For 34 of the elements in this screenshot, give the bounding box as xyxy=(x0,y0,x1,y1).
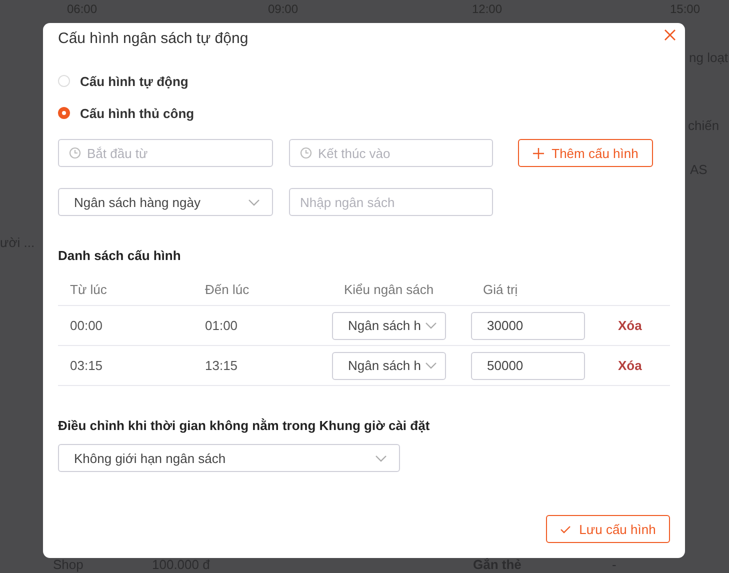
chevron-down-icon xyxy=(248,198,260,206)
dialog-title: Cấu hình ngân sách tự động xyxy=(58,30,250,49)
clock-icon xyxy=(300,147,312,159)
table-cell: 13:15 xyxy=(205,358,238,373)
column-header: Kiểu ngân sách xyxy=(344,282,434,296)
plus-icon xyxy=(532,148,544,158)
table-cell: 01:00 xyxy=(205,318,238,333)
column-header: Giá trị xyxy=(483,282,518,296)
budget-type-select[interactable]: Ngân sách h xyxy=(332,352,446,380)
table-cell: 03:15 xyxy=(70,358,103,373)
clock-icon xyxy=(69,147,81,159)
chevron-down-icon xyxy=(425,362,437,369)
delete-link[interactable]: Xóa xyxy=(618,318,642,333)
start-time-field[interactable]: Bắt đầu từ xyxy=(58,139,273,167)
table-cell: 00:00 xyxy=(70,318,103,333)
end-time-field[interactable]: Kết thúc vào xyxy=(289,139,493,167)
budget-type-select[interactable]: Ngân sách hàng ngày xyxy=(58,188,273,216)
column-header: Từ lúc xyxy=(70,282,107,296)
budget-input[interactable]: Nhập ngân sách xyxy=(289,188,493,216)
background-text: - xyxy=(612,557,616,572)
value-input[interactable]: 50000 xyxy=(471,352,585,380)
section-title: Danh sách cấu hình xyxy=(58,248,182,263)
value-input[interactable]: 30000 xyxy=(471,312,585,340)
close-button[interactable] xyxy=(663,28,677,42)
budget-type-select[interactable]: Ngân sách h xyxy=(332,312,446,340)
chevron-down-icon xyxy=(375,454,387,462)
fallback-select[interactable]: Không giới hạn ngân sách xyxy=(58,444,400,472)
column-header: Đến lúc xyxy=(205,282,250,296)
section-title: Điều chỉnh khi thời gian không nằm trong Khung giờ cài đặt xyxy=(58,418,431,433)
radio-option[interactable]: Cấu hình tự động xyxy=(58,72,670,90)
chevron-down-icon xyxy=(425,322,437,329)
check-icon xyxy=(560,524,572,534)
delete-link[interactable]: Xóa xyxy=(618,358,642,373)
radio-option[interactable]: Cấu hình thủ công xyxy=(58,104,670,122)
